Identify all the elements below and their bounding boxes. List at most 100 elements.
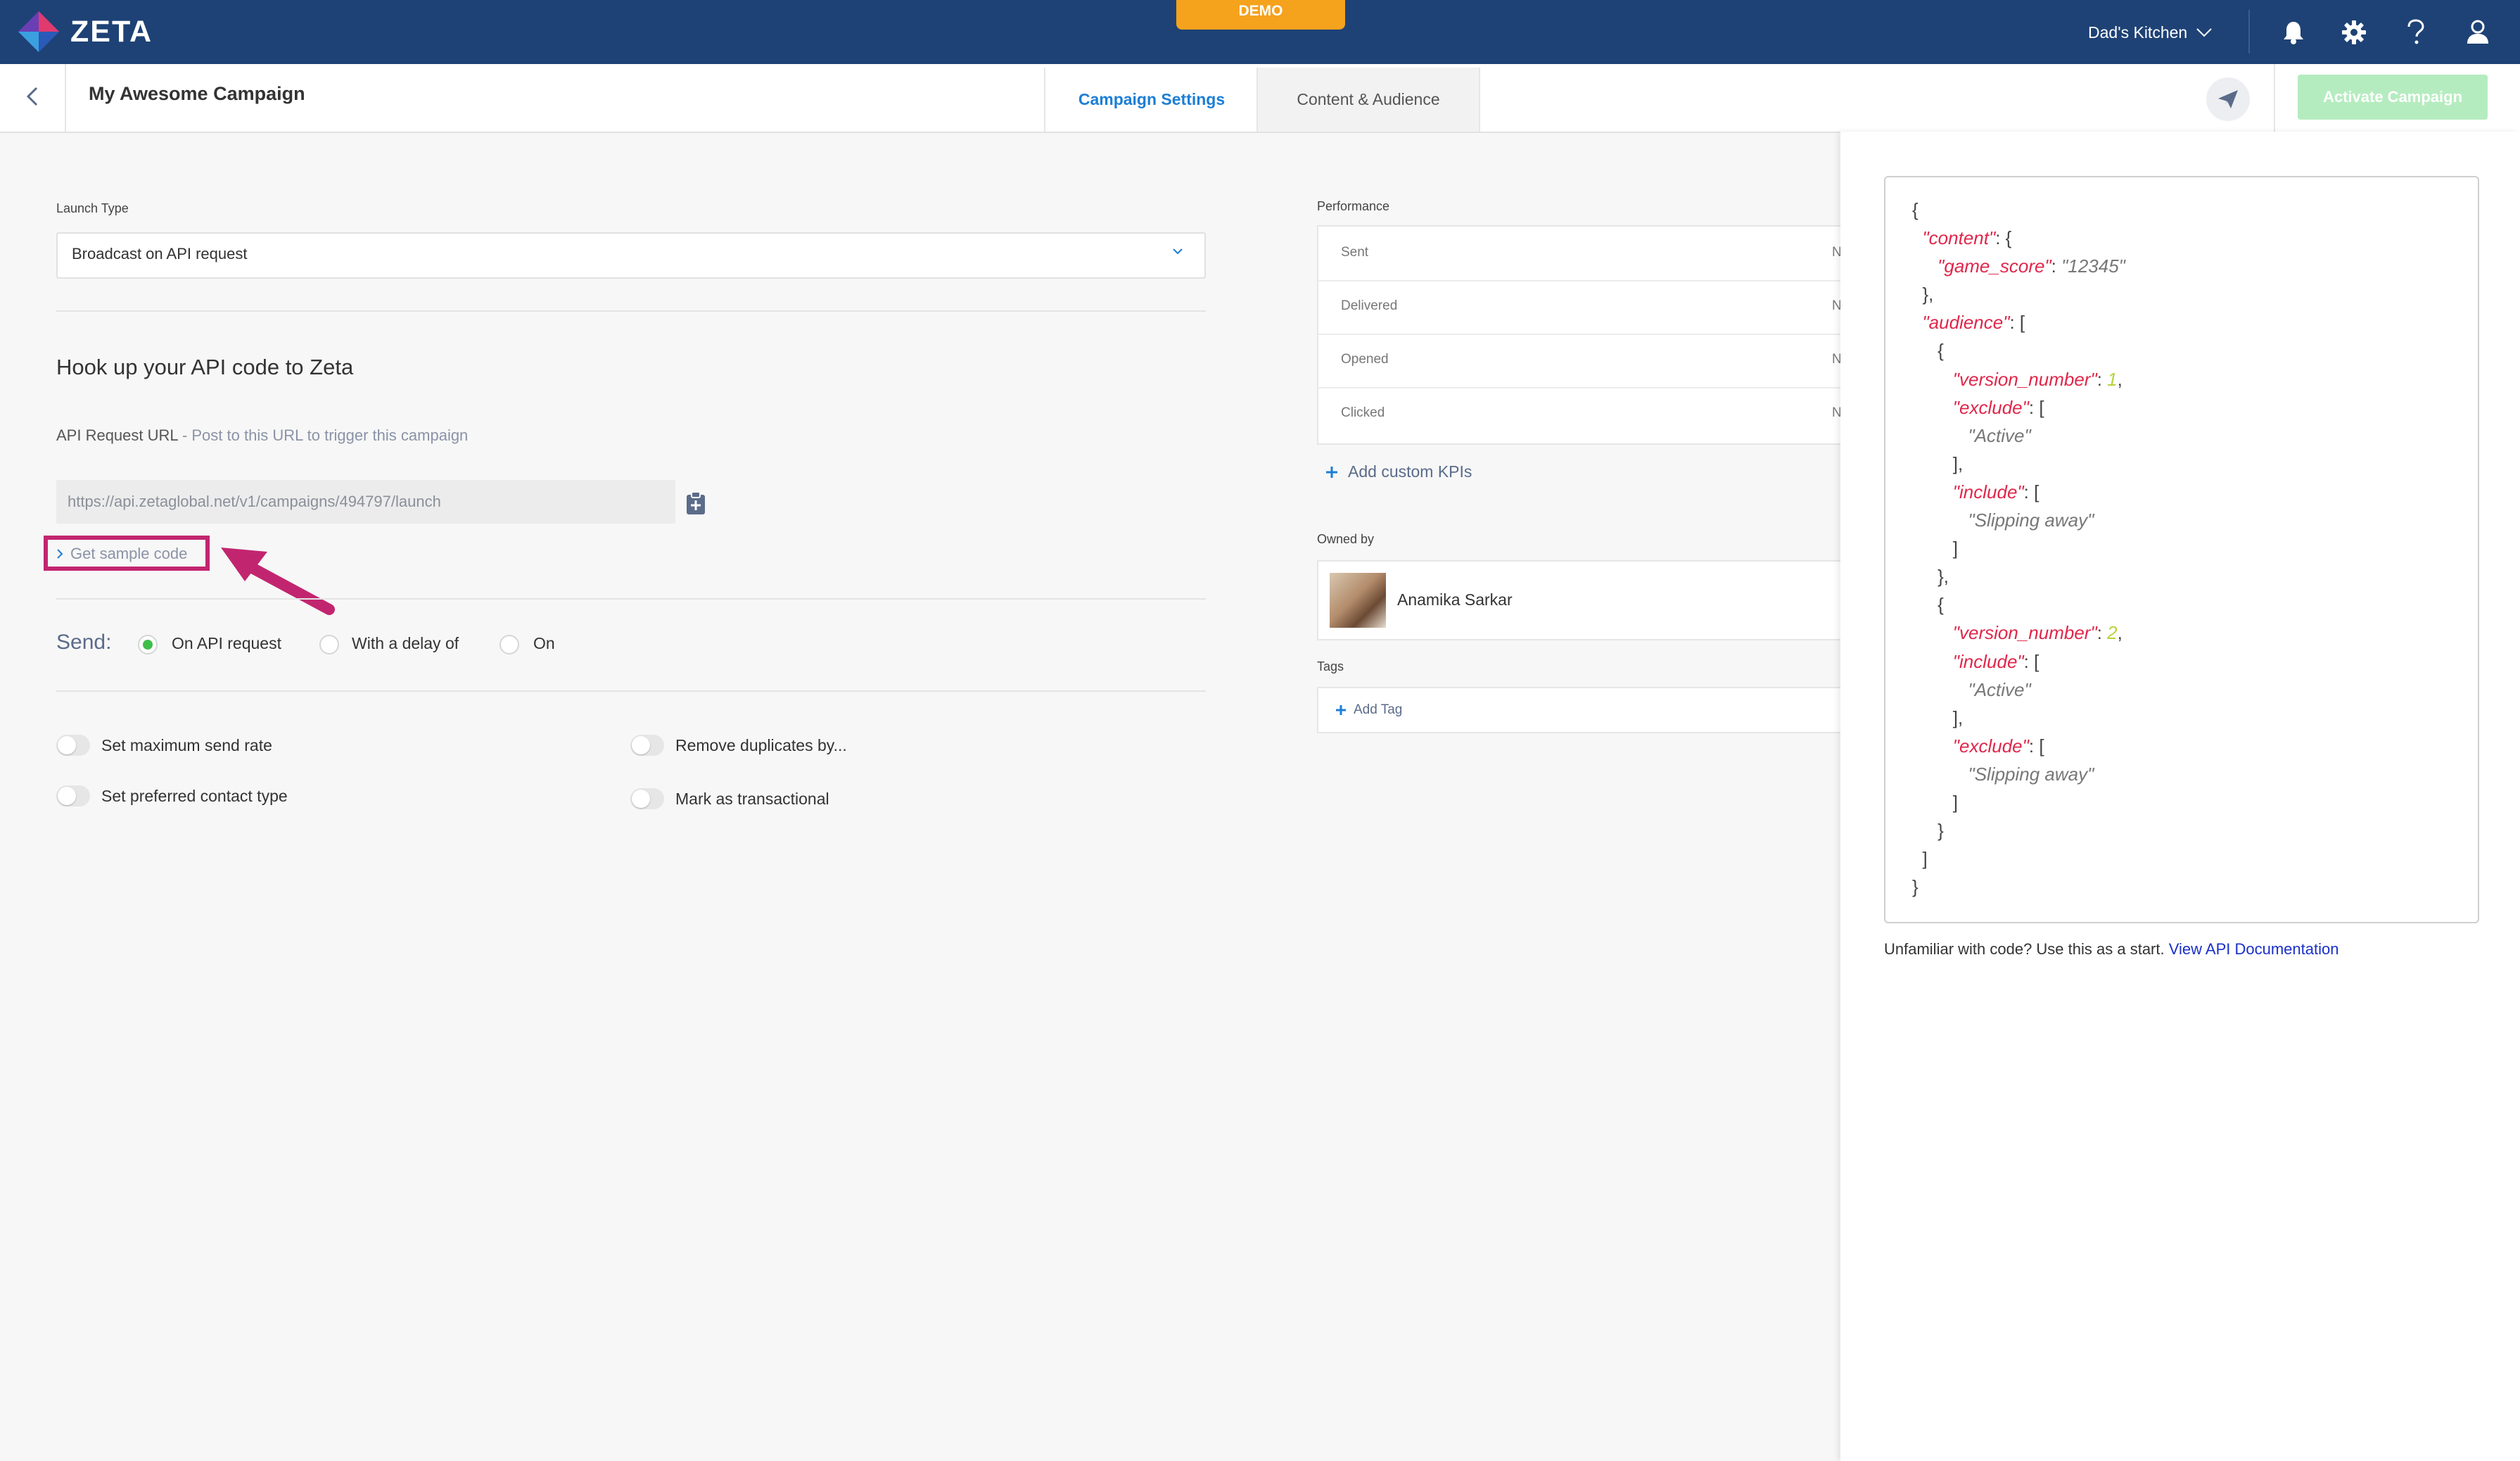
environment-badge: DEMO [1176, 0, 1345, 30]
code-token: "include" [1952, 481, 2024, 502]
toggle-label: Set maximum send rate [101, 736, 272, 754]
get-sample-code-label: Get sample code [70, 545, 188, 562]
code-token: "include" [1952, 650, 2024, 672]
api-url-value: https://api.zetaglobal.net/v1/campaigns/… [68, 493, 441, 510]
avatar [1330, 573, 1386, 628]
get-sample-code-link[interactable]: Get sample code [56, 545, 187, 563]
sample-code: { "content": { "game_score": "12345" }, … [1912, 196, 2125, 901]
code-token: 2 [2107, 622, 2118, 644]
code-token: "exclude" [1952, 396, 2029, 418]
zeta-logo[interactable]: ZETA [17, 8, 153, 55]
radio-with-delay[interactable] [319, 635, 339, 654]
api-documentation-link[interactable]: View API Documentation [2169, 940, 2339, 958]
launch-type-value: Broadcast on API request [72, 245, 248, 263]
tags-label: Tags [1317, 659, 1344, 673]
code-token: "Active" [1968, 678, 2031, 700]
help-icon[interactable] [2399, 15, 2433, 49]
help-text: Unfamiliar with code? Use this as a star… [1884, 940, 2339, 958]
code-token: ] [1912, 538, 1959, 559]
page-title: My Awesome Campaign [89, 83, 305, 104]
back-button[interactable] [14, 78, 51, 115]
tab-content-audience[interactable]: Content & Audience [1256, 68, 1480, 132]
code-token: : [ [2028, 396, 2044, 418]
toggle-label: Set preferred contact type [101, 787, 288, 805]
toggle-max-send-rate[interactable] [56, 735, 90, 756]
copy-clipboard-icon[interactable] [685, 491, 706, 519]
radio-on-date[interactable] [499, 635, 519, 654]
code-token: } [1912, 876, 1918, 898]
add-custom-kpis-link[interactable]: Add custom KPIs [1325, 462, 1472, 481]
divider [2274, 64, 2275, 132]
add-tag-label: Add Tag [1354, 702, 1403, 717]
code-token: 1 [2107, 368, 2118, 390]
user-icon[interactable] [2461, 15, 2495, 49]
code-token: "version_number" [1952, 368, 2097, 390]
code-token: "Slipping away" [1968, 510, 2094, 531]
plus-icon [1336, 705, 1346, 715]
send-label: Send: [56, 631, 112, 654]
code-token: "game_score" [1937, 255, 2051, 277]
brand-name: ZETA [70, 14, 153, 49]
tab-campaign-settings[interactable]: Campaign Settings [1044, 68, 1258, 132]
code-token: "exclude" [1952, 735, 2029, 757]
bell-icon[interactable] [2277, 15, 2310, 49]
activate-campaign-button[interactable]: Activate Campaign [2298, 75, 2488, 120]
account-switcher[interactable]: Dad's Kitchen [2088, 18, 2213, 46]
code-token: : [ [2023, 481, 2039, 502]
divider [56, 690, 1206, 692]
metric-name: Opened [1341, 352, 1389, 367]
code-token: : [2096, 622, 2108, 644]
toggle-transactional[interactable] [630, 788, 664, 809]
radio-label: On API request [172, 634, 281, 652]
divider [56, 310, 1206, 312]
code-token: : [ [2009, 312, 2025, 334]
radio-on-api-request[interactable] [138, 635, 158, 654]
add-tag-button[interactable]: Add Tag [1335, 702, 1402, 718]
radio-label: On [533, 634, 555, 652]
code-token: }, [1912, 566, 1949, 588]
chevron-down-icon [2196, 28, 2212, 37]
code-token: } [1912, 820, 1944, 842]
code-token: ], [1912, 707, 1964, 728]
code-token: { [1912, 594, 1944, 616]
api-url-label: API Request URL - Post to this URL to tr… [56, 426, 469, 444]
toggle-preferred-contact[interactable] [56, 785, 90, 807]
code-token: "audience" [1922, 312, 2010, 334]
code-token: { [1912, 199, 1918, 220]
divider [2248, 10, 2250, 53]
code-token: "version_number" [1952, 622, 2097, 644]
send-test-button[interactable] [2206, 77, 2250, 121]
toggle-label: Remove duplicates by... [675, 736, 847, 754]
gear-icon[interactable] [2337, 15, 2371, 49]
code-token: ] [1912, 791, 1959, 813]
code-token: "Slipping away" [1968, 763, 2094, 785]
toggle-label: Mark as transactional [675, 790, 829, 808]
code-token: "Active" [1968, 424, 2031, 446]
code-token: "content" [1922, 227, 1996, 249]
code-token: : { [1995, 227, 2012, 249]
code-token: "12345" [2061, 255, 2125, 277]
metric-name: Delivered [1341, 298, 1398, 313]
launch-type-label: Launch Type [56, 201, 129, 215]
toggle-remove-duplicates[interactable] [630, 735, 664, 756]
chevron-left-icon [26, 87, 38, 106]
performance-label: Performance [1317, 199, 1390, 213]
code-token: }, [1912, 284, 1934, 305]
plus-icon [1326, 466, 1337, 478]
code-token: : [ [2028, 735, 2044, 757]
owned-by-label: Owned by [1317, 532, 1375, 546]
account-name: Dad's Kitchen [2088, 23, 2188, 42]
chevron-right-icon [57, 549, 63, 559]
section-title: Hook up your API code to Zeta [56, 355, 354, 379]
chevron-down-icon [1172, 246, 1183, 259]
